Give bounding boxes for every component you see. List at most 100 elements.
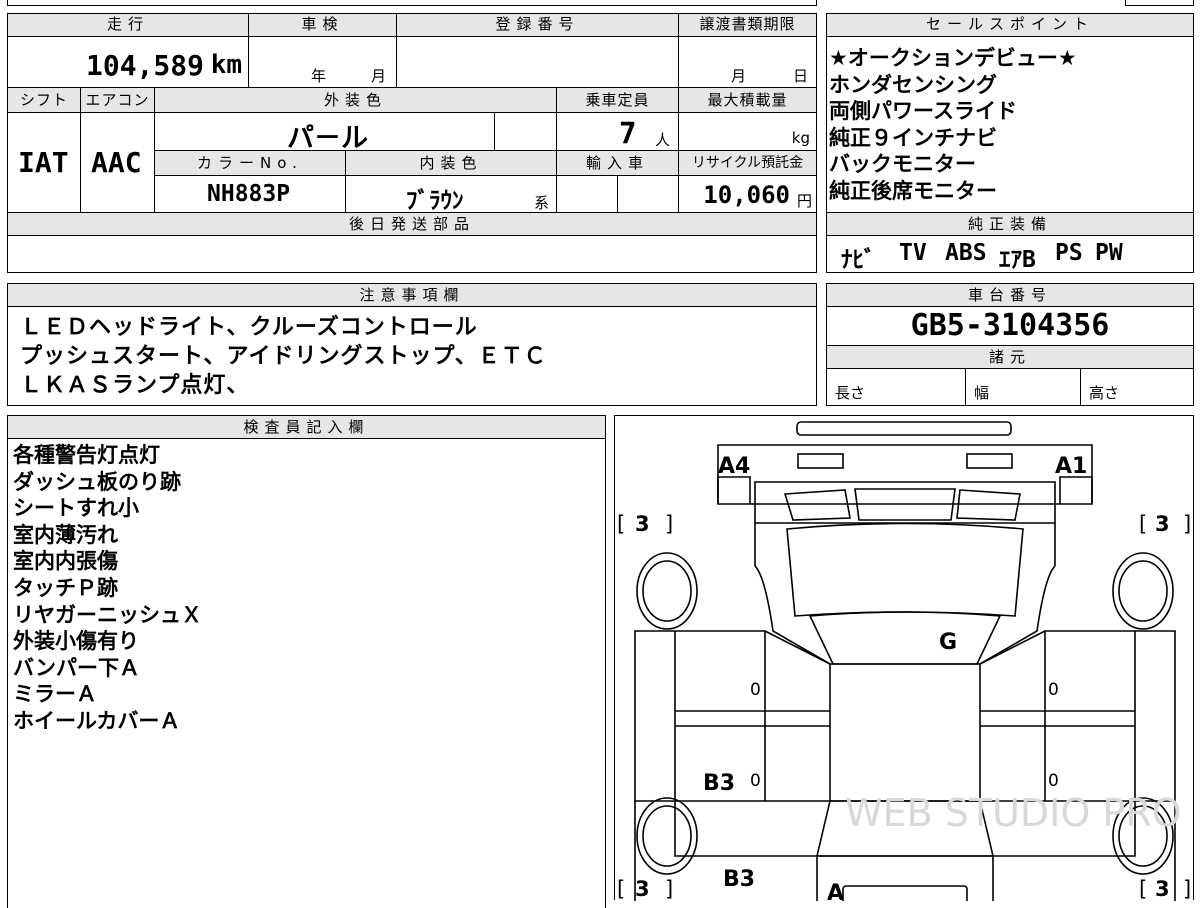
equipment-navi: ﾅﾋﾞ (841, 247, 876, 273)
max-load-cell: kg (678, 112, 817, 151)
tire-rear-left (636, 797, 698, 875)
color-no-header: カラーNo. (154, 150, 346, 176)
sales-point-item: バックモニター (829, 152, 976, 177)
equipment-ps: PS (1055, 240, 1083, 266)
exterior-color-extra-cell (494, 112, 557, 151)
seating-unit: 人 (655, 131, 671, 149)
mileage-cell: 104,589 km (7, 36, 249, 88)
front-window-right (956, 489, 1021, 521)
chassis-cell: GB5-3104356 (826, 306, 1194, 346)
sales-point-item: ホンダセンシング (829, 72, 997, 97)
transfer-month-unit: 月 (731, 67, 747, 85)
transfer-deadline-header: 譲渡書類期限 (678, 13, 817, 37)
headlight-left (797, 453, 844, 469)
recycle-cell: 10,060 円 (678, 175, 817, 213)
later-parts-header: 後日発送部品 (7, 212, 817, 236)
panel-left-rear: 0 (750, 771, 761, 791)
recycle-header: リサイクル預託金 (678, 150, 817, 176)
bracket-close-rr: ] (1183, 877, 1191, 901)
specs-length-label: 長さ (835, 384, 866, 402)
equipment-tv: TV (899, 240, 927, 266)
top-cut-strip-right (1125, 0, 1194, 6)
tire-label-rear-left: 3 (635, 877, 650, 901)
headlight-right (966, 453, 1013, 469)
sales-point-item: 純正９インチナビ (829, 125, 997, 150)
inspection-header: 車検 (248, 13, 397, 37)
note-line: プッシュスタート、アイドリングストップ、ＥＴＣ (20, 344, 547, 369)
color-no-cell: NH883P (154, 175, 346, 213)
mark-b3-low: B3 (723, 867, 755, 892)
bracket-close-fr: ] (1183, 512, 1191, 536)
inspector-body: 各種警告灯点灯 ダッシュ板のり跡 シートすれ小 室内薄汚れ 室内内張傷 タッチＰ… (7, 438, 606, 908)
sales-point-item: ★オークションデビュー★ (829, 46, 1077, 70)
transfer-deadline-cell: 月 日 (678, 36, 817, 88)
bracket-open-fr: [ (1139, 512, 1147, 536)
exterior-color-cell: パ－ル (154, 112, 495, 154)
front-panel-outline (717, 444, 1093, 505)
sales-point-item: 純正後席モニター (829, 178, 997, 203)
specs-height-label: 高さ (1089, 384, 1120, 402)
shift-value: IAT (18, 146, 69, 179)
recycle-value: 10,060 (703, 181, 790, 209)
standard-equipment-list: ﾅﾋﾞ TV ABS ｴｱB PS PW (826, 235, 1194, 273)
transfer-day-unit: 日 (793, 67, 809, 85)
bracket-open-fl: [ (617, 512, 625, 536)
inspector-line: ダッシュ板のり跡 (13, 469, 181, 494)
note-line: ＬＥＤヘッドライト、クルーズコントロール (20, 315, 478, 340)
notes-header: 注意事項欄 (7, 283, 817, 307)
notes-body: ＬＥＤヘッドライト、クルーズコントロール プッシュスタート、アイドリングストップ… (7, 306, 817, 406)
equipment-airbag: ｴｱB (999, 247, 1036, 273)
interior-color-cell: ﾌﾞﾗｳﾝ 系 (345, 175, 557, 214)
bracket-open-rl: [ (617, 877, 625, 901)
panel-right-front: 0 (1048, 680, 1059, 700)
mileage-header: 走行 (7, 13, 249, 37)
specs-height-cell: 高さ (1080, 368, 1194, 406)
specs-length-cell: 長さ (826, 368, 966, 406)
mileage-value: 104,589 (85, 49, 204, 82)
bracket-close-rl: ] (665, 877, 673, 901)
aircon-value: AAC (91, 146, 142, 179)
car-diagram-frame: WEB STUDIO PRO A4 A1 G B3 B3 A [ 3 ] [ 3… (614, 415, 1194, 901)
inspection-month-unit: 月 (371, 67, 387, 85)
front-bumper-bar (796, 421, 1012, 436)
aircon-cell: AAC (80, 112, 155, 213)
sales-point-item: 両側パワースライド (829, 99, 1017, 124)
sales-points-list: ★オークションデビュー★ ホンダセンシング 両側パワースライド 純正９インチナビ… (826, 36, 1194, 213)
roof-front (808, 611, 1002, 665)
chassis-header: 車台番号 (826, 283, 1194, 307)
equipment-pw: PW (1095, 240, 1123, 266)
bracket-open-rr: [ (1139, 877, 1147, 901)
seating-value: 7 (619, 116, 637, 150)
interior-color-unit: 系 (534, 194, 550, 212)
note-line: ＬＫＡＳランプ点灯、 (20, 373, 250, 398)
interior-color-value: ﾌﾞﾗｳﾝ (406, 188, 464, 214)
bracket-close-fl: ] (665, 512, 673, 536)
top-cut-strip (7, 0, 817, 6)
sales-points-header: セールスポイント (826, 13, 1194, 37)
import-cell-a (556, 175, 618, 213)
inspector-line: ミラーＡ (13, 682, 97, 707)
registration-cell (396, 36, 679, 88)
import-cell-b (617, 175, 679, 213)
mark-a-bottom: A (827, 881, 844, 901)
front-window-left (783, 489, 851, 521)
max-load-header: 最大積載量 (678, 87, 817, 113)
specs-width-label: 幅 (974, 384, 990, 402)
recycle-unit: 円 (796, 192, 812, 210)
panel-right-rear: 0 (1048, 771, 1059, 791)
seating-cell: 7 人 (556, 112, 679, 151)
inspection-cell: 年 月 (248, 36, 397, 88)
interior-color-header: 内装色 (345, 150, 557, 176)
mileage-unit: km (210, 50, 242, 80)
specs-width-cell: 幅 (965, 368, 1081, 406)
max-load-unit: kg (791, 129, 810, 147)
inspector-line: リヤガーニッシュＸ (13, 602, 202, 627)
inspector-line: バンパー下Ａ (13, 655, 141, 680)
mark-a4: A4 (718, 454, 750, 479)
color-no-value: NH883P (207, 181, 291, 207)
inspection-year-unit: 年 (311, 67, 327, 85)
specs-header: 諸元 (826, 345, 1194, 369)
tire-front-right (1112, 552, 1174, 630)
inspector-line: 外装小傷有り (13, 629, 139, 654)
equipment-abs: ABS (945, 240, 987, 266)
